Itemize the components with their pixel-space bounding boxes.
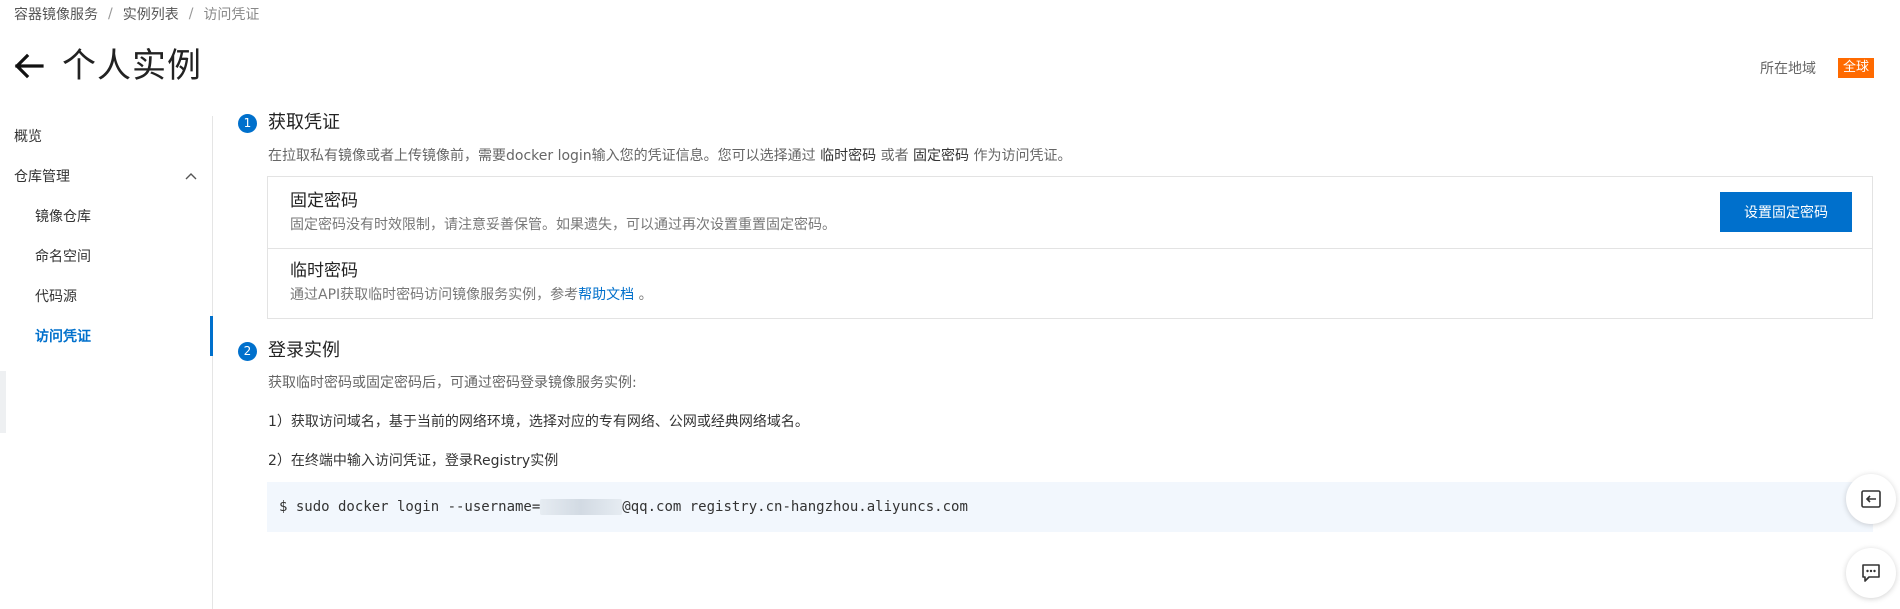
step1-desc-fixed: 固定密码 — [913, 148, 970, 164]
step-number-2: 2 — [238, 342, 257, 361]
step2-title: 登录实例 — [268, 340, 340, 361]
masked-username — [540, 499, 623, 515]
sidebar-edge-handle[interactable] — [0, 371, 6, 433]
step2-instruction-2: 2）在终端中输入访问凭证，登录Registry实例 — [268, 453, 559, 469]
sidebar-active-indicator — [210, 316, 213, 356]
command-prefix: $ sudo docker login --username= — [279, 499, 541, 515]
step2-instruction-1: 1）获取访问域名，基于当前的网络环境，选择对应的专有网络、公网或经典网络域名。 — [268, 414, 809, 430]
page-title: 个人实例 — [62, 46, 202, 86]
command-suffix: @qq.com registry.cn-hangzhou.aliyuncs.co… — [622, 499, 968, 515]
temp-password-desc: 通过API获取临时密码访问镜像服务实例，参考帮助文档 。 — [290, 285, 653, 305]
sidebar-group-repo-management[interactable]: 仓库管理 — [14, 166, 198, 188]
breadcrumb-separator: / — [108, 6, 113, 22]
fixed-password-row: 固定密码 固定密码没有时效限制，请注意妥善保管。如果遗失，可以通过再次设置重置固… — [268, 177, 1872, 247]
sidebar-item-image-repo[interactable]: 镜像仓库 — [35, 206, 91, 228]
step1-title: 获取凭证 — [268, 112, 340, 133]
step1-desc-text: 在拉取私有镜像或者上传镜像前，需要docker login输入您的凭证信息。您可… — [268, 148, 821, 164]
sidebar-item-access-credential[interactable]: 访问凭证 — [35, 326, 91, 348]
sidebar-item-code-source[interactable]: 代码源 — [35, 286, 77, 308]
step1-desc-temp: 临时密码 — [820, 148, 877, 164]
breadcrumb-item-instances[interactable]: 实例列表 — [123, 4, 179, 24]
sidebar-item-namespace[interactable]: 命名空间 — [35, 246, 91, 268]
docker-login-command[interactable]: $ sudo docker login --username= @qq.com r… — [267, 482, 1873, 532]
region-label: 所在地域 — [1759, 61, 1816, 77]
arrow-left-icon[interactable] — [12, 49, 46, 83]
breadcrumb: 容器镜像服务 / 实例列表 / 访问凭证 — [14, 4, 259, 24]
breadcrumb-separator: / — [188, 6, 194, 22]
collapse-panel-icon[interactable] — [1846, 474, 1896, 524]
temp-password-row: 临时密码 通过API获取临时密码访问镜像服务实例，参考帮助文档 。 — [268, 248, 1872, 319]
sidebar-group-label: 仓库管理 — [14, 169, 70, 185]
step-number-1: 1 — [238, 114, 257, 133]
temp-password-desc-end: 。 — [634, 287, 653, 303]
sidebar: 概览 仓库管理 镜像仓库 命名空间 代码源 访问凭证 — [0, 116, 213, 609]
set-fixed-password-button[interactable]: 设置固定密码 — [1720, 192, 1852, 232]
step1-desc-or: 或者 — [876, 148, 914, 164]
chevron-up-icon — [184, 166, 198, 188]
temp-password-desc-text: 通过API获取临时密码访问镜像服务实例，参考 — [290, 287, 579, 303]
step1-description: 在拉取私有镜像或者上传镜像前，需要docker login输入您的凭证信息。您可… — [268, 146, 1072, 166]
region-indicator: 所在地域 全球 — [1760, 58, 1874, 78]
fixed-password-title: 固定密码 — [290, 191, 358, 211]
sidebar-item-overview[interactable]: 概览 — [14, 126, 42, 148]
fixed-password-desc: 固定密码没有时效限制，请注意妥善保管。如果遗失，可以通过再次设置重置固定密码。 — [290, 217, 836, 233]
temp-password-title: 临时密码 — [290, 261, 358, 281]
chat-icon[interactable] — [1846, 548, 1896, 598]
step2-description: 获取临时密码或固定密码后，可通过密码登录镜像服务实例: — [268, 375, 637, 391]
region-badge[interactable]: 全球 — [1837, 58, 1874, 78]
help-doc-link[interactable]: 帮助文档 — [578, 287, 634, 303]
breadcrumb-item-current: 访问凭证 — [203, 7, 260, 23]
step1-desc-end: 作为访问凭证。 — [969, 148, 1072, 164]
credential-options: 固定密码 固定密码没有时效限制，请注意妥善保管。如果遗失，可以通过再次设置重置固… — [267, 176, 1873, 319]
breadcrumb-item-service[interactable]: 容器镜像服务 — [14, 4, 98, 24]
